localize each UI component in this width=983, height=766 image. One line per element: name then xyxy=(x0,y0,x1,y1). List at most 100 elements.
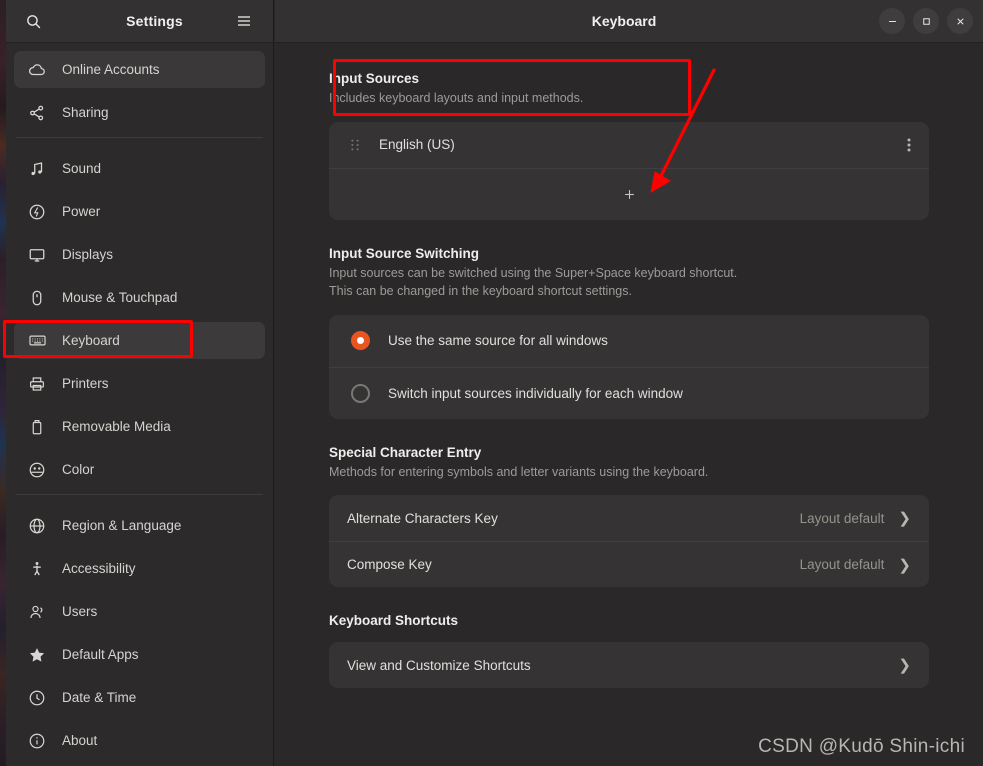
window-titlebar: Keyboard xyxy=(275,0,983,43)
sidebar-item-label: Printers xyxy=(62,376,109,391)
usb-drive-icon xyxy=(26,417,48,437)
radio-option-individual[interactable]: Switch input sources individually for ea… xyxy=(329,366,929,419)
star-icon xyxy=(26,645,48,665)
sidebar-item-region-language[interactable]: Region & Language xyxy=(14,507,265,544)
share-nodes-icon xyxy=(26,103,48,123)
sidebar-item-label: Date & Time xyxy=(62,690,137,705)
kebab-menu-icon[interactable] xyxy=(907,137,911,153)
section-heading: Keyboard Shortcuts xyxy=(329,613,459,628)
input-source-name: English (US) xyxy=(379,137,455,152)
radio-option-label: Switch input sources individually for ea… xyxy=(388,385,683,401)
monitor-icon xyxy=(26,245,48,265)
accessibility-person-icon xyxy=(26,559,48,579)
info-circle-icon xyxy=(26,731,48,751)
sidebar-item-label: Sound xyxy=(62,161,102,176)
radio-option-label: Use the same source for all windows xyxy=(388,333,608,348)
sidebar-item-label: Mouse & Touchpad xyxy=(62,290,178,305)
sidebar-item-displays[interactable]: Displays xyxy=(14,236,265,273)
cloud-icon xyxy=(26,60,48,80)
sidebar-nav-list: Online Accounts Sharing Sound Power Disp… xyxy=(6,43,273,759)
watermark-text: CSDN @Kudō Shin-ichi xyxy=(758,736,965,757)
sidebar-header: Settings xyxy=(6,0,273,43)
hamburger-menu-icon[interactable] xyxy=(227,6,261,36)
section-heading: Input Source Switching xyxy=(329,245,480,261)
maximize-button[interactable] xyxy=(913,8,939,34)
main-panel: Keyboard Input Sources Includes keyboard… xyxy=(275,0,983,766)
special-character-entry-section: Special Character Entry Methods for ente… xyxy=(329,444,929,587)
input-sources-card: English (US) xyxy=(329,121,929,220)
row-value: Layout default xyxy=(799,557,885,572)
add-input-source-button[interactable] xyxy=(329,167,929,220)
keyboard-icon xyxy=(26,331,48,351)
sidebar-item-label: Default Apps xyxy=(62,647,139,662)
row-label: Compose Key xyxy=(347,557,432,572)
sidebar-item-accessibility[interactable]: Accessibility xyxy=(14,550,265,587)
sidebar-item-keyboard[interactable]: Keyboard xyxy=(14,322,265,359)
sidebar-item-sound[interactable]: Sound xyxy=(14,150,265,187)
radio-button-unselected[interactable] xyxy=(351,383,370,403)
sidebar-item-online-accounts[interactable]: Online Accounts xyxy=(14,51,265,88)
window-title: Keyboard xyxy=(591,13,657,29)
sidebar-item-label: Online Accounts xyxy=(62,62,160,77)
keyboard-shortcuts-section: Keyboard Shortcuts View and Customize Sh… xyxy=(329,613,929,688)
row-value: Layout default xyxy=(799,510,885,526)
sidebar-item-label: About xyxy=(62,733,98,748)
sidebar-divider xyxy=(16,137,263,138)
sidebar-item-label: Removable Media xyxy=(62,419,171,434)
drag-handle-icon[interactable] xyxy=(347,138,363,152)
sidebar-item-removable-media[interactable]: Removable Media xyxy=(14,408,265,445)
globe-icon xyxy=(26,516,48,536)
section-description: Includes keyboard layouts and input meth… xyxy=(329,91,584,105)
sidebar-item-label: Color xyxy=(62,462,95,477)
music-note-icon xyxy=(26,159,48,179)
compose-key-row[interactable]: Compose Key Layout default ❯ xyxy=(329,541,929,587)
users-icon xyxy=(26,602,48,622)
keyboard-settings-content: Input Sources Includes keyboard layouts … xyxy=(275,43,983,688)
radio-option-same-source[interactable]: Use the same source for all windows xyxy=(329,315,929,367)
section-heading: Input Sources xyxy=(329,71,420,86)
settings-sidebar: Settings Online Accounts Sharing Sound P… xyxy=(6,0,274,766)
input-source-row[interactable]: English (US) xyxy=(329,122,929,168)
sidebar-item-label: Accessibility xyxy=(62,561,136,576)
sidebar-item-color[interactable]: Color xyxy=(14,451,265,488)
sidebar-item-label: Users xyxy=(62,604,98,619)
settings-window: Settings Online Accounts Sharing Sound P… xyxy=(0,0,983,766)
sidebar-item-label: Sharing xyxy=(62,105,109,120)
radio-button-selected[interactable] xyxy=(351,331,370,350)
sidebar-item-printers[interactable]: Printers xyxy=(14,365,265,402)
minimize-button[interactable] xyxy=(879,8,905,34)
sidebar-item-power[interactable]: Power xyxy=(14,193,265,230)
input-sources-section: Input Sources Includes keyboard layouts … xyxy=(329,71,929,220)
chevron-right-icon: ❯ xyxy=(898,657,911,674)
sidebar-item-about[interactable]: About xyxy=(14,722,265,759)
power-icon xyxy=(26,202,48,222)
chevron-right-icon: ❯ xyxy=(898,556,911,574)
sidebar-item-sharing[interactable]: Sharing xyxy=(14,94,265,131)
mouse-icon xyxy=(26,288,48,308)
sidebar-item-mouse-touchpad[interactable]: Mouse & Touchpad xyxy=(14,279,265,316)
section-description-line2: This can be changed in the keyboard shor… xyxy=(329,284,632,298)
clock-icon xyxy=(26,688,48,708)
sidebar-item-default-apps[interactable]: Default Apps xyxy=(14,636,265,673)
input-source-switching-section: Input Source Switching Input sources can… xyxy=(329,246,929,419)
chevron-right-icon: ❯ xyxy=(898,510,911,527)
view-customize-shortcuts-row[interactable]: View and Customize Shortcuts ❯ xyxy=(329,642,929,688)
keyboard-shortcuts-card: View and Customize Shortcuts ❯ xyxy=(329,642,929,688)
switching-options-card: Use the same source for all windows Swit… xyxy=(329,314,929,419)
section-heading: Special Character Entry xyxy=(329,444,482,460)
sidebar-item-label: Region & Language xyxy=(62,518,182,533)
sidebar-item-label: Keyboard xyxy=(62,333,120,348)
alternate-characters-key-row[interactable]: Alternate Characters Key Layout default … xyxy=(329,495,929,541)
sidebar-item-users[interactable]: Users xyxy=(14,593,265,630)
color-wheel-icon xyxy=(26,460,48,480)
close-button[interactable] xyxy=(947,8,973,34)
window-controls xyxy=(879,0,973,42)
printer-icon xyxy=(26,374,48,394)
sidebar-divider xyxy=(16,494,263,495)
special-character-card: Alternate Characters Key Layout default … xyxy=(329,495,929,587)
sidebar-item-date-time[interactable]: Date & Time xyxy=(14,679,265,716)
sidebar-item-label: Displays xyxy=(62,247,114,262)
row-label: View and Customize Shortcuts xyxy=(347,657,531,673)
sidebar-item-label: Power xyxy=(62,204,101,219)
row-label: Alternate Characters Key xyxy=(347,510,498,526)
